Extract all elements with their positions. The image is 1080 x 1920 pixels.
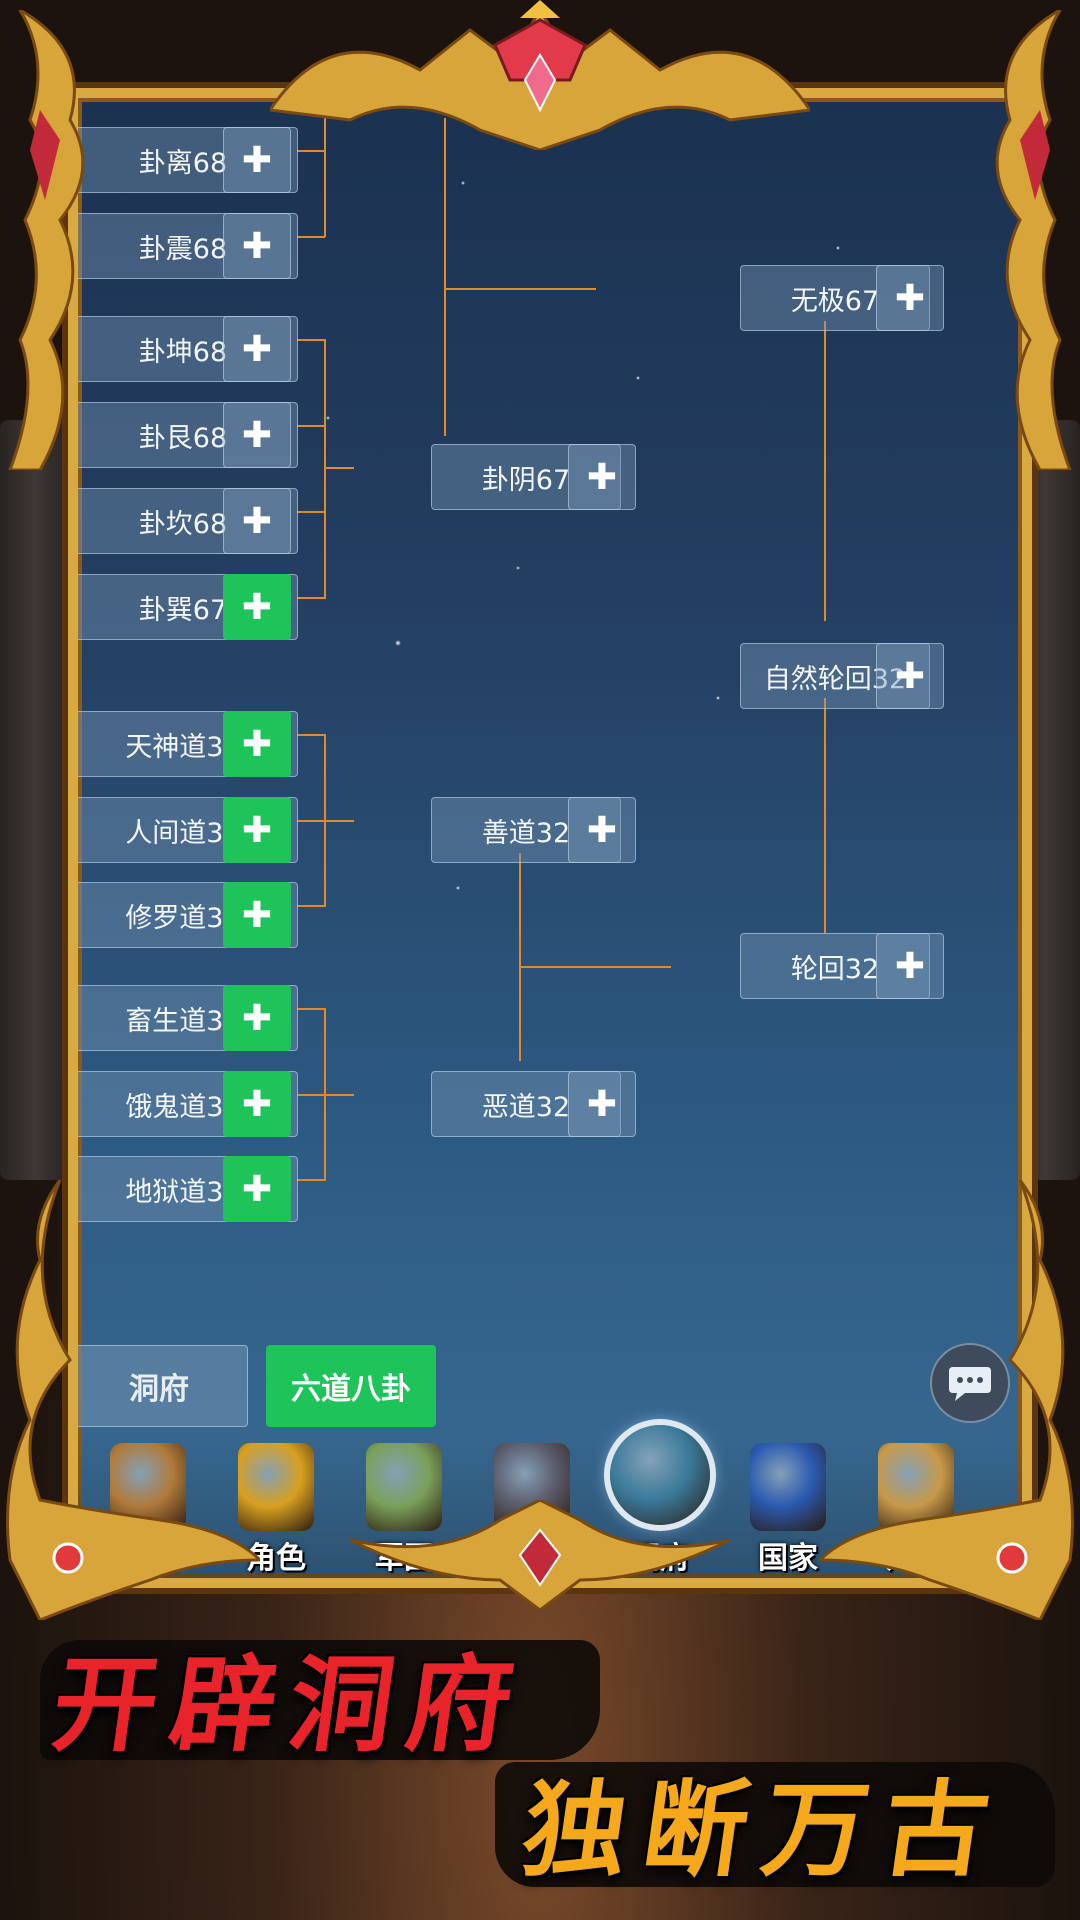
upgrade-plus-button[interactable]: ✚: [568, 797, 636, 863]
connector: [324, 1094, 354, 1096]
connector: [519, 853, 521, 1061]
upgrade-plus-button[interactable]: ✚: [876, 643, 944, 709]
connector: [297, 1179, 325, 1181]
connector: [297, 1008, 325, 1010]
upgrade-plus-button[interactable]: ✚: [876, 265, 944, 331]
connector: [297, 1094, 325, 1096]
connector: [297, 339, 325, 341]
connector: [824, 321, 826, 621]
connector: [297, 905, 325, 907]
connector: [324, 820, 354, 822]
bottom-center-ornament: [350, 1500, 730, 1610]
upgrade-plus-button[interactable]: ✚: [223, 1071, 291, 1137]
connector: [324, 467, 354, 469]
upgrade-plus-button[interactable]: ✚: [223, 402, 291, 468]
connector: [297, 511, 325, 513]
connector: [824, 698, 826, 933]
upgrade-plus-button[interactable]: ✚: [223, 985, 291, 1051]
upgrade-plus-button[interactable]: ✚: [568, 1071, 636, 1137]
upgrade-plus-button[interactable]: ✚: [223, 882, 291, 948]
crown-ornament: [270, 0, 810, 150]
right-bottom-ornament: [820, 1180, 1074, 1620]
skill-tree: 卦离68 ✚ 卦震68 ✚ 卦坤68 ✚ 卦艮68 ✚ 卦坎68 ✚ 卦巽67 ✚ 天神道32 ✚ 人间道3…: [78, 98, 1022, 1222]
connector: [297, 425, 325, 427]
upgrade-plus-button[interactable]: ✚: [223, 488, 291, 554]
shield-icon: [750, 1443, 826, 1531]
upgrade-plus-button[interactable]: ✚: [876, 933, 944, 999]
left-top-ornament: [8, 10, 85, 470]
connector: [519, 966, 671, 968]
upgrade-plus-button[interactable]: ✚: [223, 213, 291, 279]
connector: [297, 734, 325, 736]
upgrade-plus-button[interactable]: ✚: [223, 316, 291, 382]
connector: [444, 118, 446, 436]
right-top-ornament: [995, 10, 1072, 470]
connector: [297, 150, 325, 152]
left-pillar: [0, 420, 70, 1180]
upgrade-plus-button[interactable]: ✚: [568, 444, 636, 510]
connector: [297, 597, 325, 599]
connector: [444, 288, 596, 290]
connector: [297, 820, 325, 822]
slogan-line-2: 独断万古: [515, 1768, 1013, 1891]
upgrade-plus-button[interactable]: ✚: [223, 797, 291, 863]
connector: [297, 236, 325, 238]
upgrade-plus-button[interactable]: ✚: [223, 574, 291, 640]
connector: [324, 339, 326, 599]
slogan-line-1: 开辟洞府: [45, 1643, 535, 1766]
tab-liudao-bagua[interactable]: 六道八卦: [266, 1345, 436, 1427]
upgrade-plus-button[interactable]: ✚: [223, 711, 291, 777]
left-bottom-ornament: [6, 1180, 260, 1620]
